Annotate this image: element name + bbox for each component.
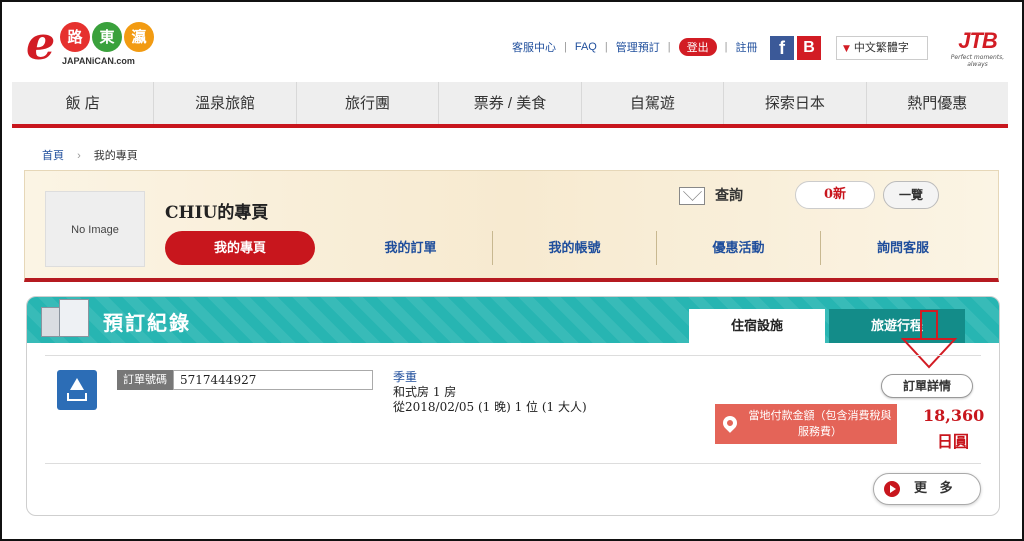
nav-self-drive[interactable]: 自駕遊 bbox=[582, 82, 725, 124]
booking-records-panel: 預訂紀錄 住宿設施 旅遊行程 訂單號碼 5717444927 季重 和式房 1 … bbox=[26, 296, 1000, 516]
logo-subtitle: JAPANiCAN.com bbox=[62, 56, 135, 66]
payment-amount: 18,360 bbox=[923, 406, 985, 425]
down-arrow-icon bbox=[900, 310, 958, 369]
stay-dates: 從2018/02/05 (1 晚) 1 位 (1 大人) bbox=[393, 400, 587, 414]
new-messages-button[interactable]: 0新 bbox=[795, 181, 875, 209]
logo-char-2: 東 bbox=[92, 22, 122, 52]
top-links: 客服中心 | FAQ | 管理預訂 | 登出 | 註冊 bbox=[512, 38, 757, 56]
message-list-button[interactable]: 一覽 bbox=[883, 181, 939, 209]
separator: | bbox=[667, 41, 671, 53]
jtb-logo[interactable]: JTB Perfect moments, always bbox=[940, 28, 1015, 68]
nav-tour[interactable]: 旅行團 bbox=[297, 82, 440, 124]
facebook-icon[interactable]: f bbox=[770, 36, 794, 60]
payment-currency: 日圓 bbox=[937, 432, 970, 451]
language-label: 中文繁體字 bbox=[853, 41, 909, 54]
japanican-logo[interactable]: e 路 東 瀛 JAPANiCAN.com bbox=[26, 20, 166, 70]
my-page-panel: No Image CHIU的專頁 我的專頁 我的訂單 我的帳號 優惠活動 詢問客… bbox=[24, 170, 999, 282]
inquiry-box: 查詢 0新 一覽 bbox=[679, 181, 969, 221]
local-payment-label: 當地付款金額（包含消費稅與服務費） bbox=[715, 404, 897, 444]
my-page-tabs: 我的專頁 我的訂單 我的帳號 優惠活動 詢問客服 bbox=[165, 231, 985, 265]
logo-e-glyph: e bbox=[26, 16, 56, 70]
hotel-bell-icon bbox=[57, 370, 97, 410]
link-register[interactable]: 註冊 bbox=[735, 39, 757, 55]
order-detail-button[interactable]: 訂單詳情 bbox=[881, 374, 973, 398]
building-icon bbox=[37, 297, 93, 337]
separator: | bbox=[604, 41, 608, 53]
jtb-tagline: Perfect moments, always bbox=[950, 54, 1005, 68]
play-icon bbox=[884, 481, 900, 497]
local-payment-text: 當地付款金額（包含消費稅與服務費） bbox=[748, 409, 892, 438]
booking-header: 預訂紀錄 住宿設施 旅遊行程 bbox=[27, 297, 999, 369]
link-manage-booking[interactable]: 管理預訂 bbox=[616, 39, 660, 55]
divider bbox=[45, 463, 981, 464]
nav-tickets[interactable]: 票券 / 美食 bbox=[439, 82, 582, 124]
more-button-label: 更 多 bbox=[914, 481, 957, 496]
language-select[interactable]: ▼ 中文繁體字 bbox=[836, 36, 928, 60]
booking-title: 預訂紀錄 bbox=[103, 311, 191, 335]
breadcrumb-chevron-icon: › bbox=[77, 150, 81, 162]
location-pin-icon bbox=[720, 413, 740, 433]
separator: | bbox=[724, 41, 728, 53]
blog-icon[interactable]: B bbox=[797, 36, 821, 60]
mail-icon bbox=[679, 187, 705, 205]
jtb-mark: JTB bbox=[958, 28, 998, 53]
nav-hotel[interactable]: 飯 店 bbox=[12, 82, 155, 124]
tab-promotions[interactable]: 優惠活動 bbox=[657, 231, 821, 265]
order-number-field: 5717444927 bbox=[173, 370, 373, 390]
tab-contact-support[interactable]: 詢問客服 bbox=[821, 231, 985, 265]
booking-row: 訂單號碼 5717444927 季重 和式房 1 房 從2018/02/05 (… bbox=[45, 355, 984, 451]
link-customer-service[interactable]: 客服中心 bbox=[512, 39, 556, 55]
logout-button[interactable]: 登出 bbox=[678, 38, 717, 56]
nav-explore[interactable]: 探索日本 bbox=[724, 82, 867, 124]
more-button[interactable]: 更 多 bbox=[873, 473, 981, 505]
inquiry-label: 查詢 bbox=[715, 188, 743, 204]
separator: | bbox=[564, 41, 567, 53]
nav-onsen[interactable]: 溫泉旅館 bbox=[154, 82, 297, 124]
page-title: CHIU的專頁 bbox=[165, 203, 269, 223]
logo-char-3: 瀛 bbox=[124, 22, 154, 52]
breadcrumb-home[interactable]: 首頁 bbox=[42, 150, 64, 162]
tab-my-page[interactable]: 我的專頁 bbox=[165, 231, 315, 265]
order-number-label: 訂單號碼 bbox=[117, 370, 173, 390]
breadcrumb: 首頁 › 我的專頁 bbox=[42, 147, 138, 163]
breadcrumb-current: 我的專頁 bbox=[93, 150, 138, 162]
logo-char-1: 路 bbox=[60, 22, 90, 52]
tab-my-orders[interactable]: 我的訂單 bbox=[329, 231, 493, 265]
link-faq[interactable]: FAQ bbox=[575, 41, 597, 53]
tab-lodging[interactable]: 住宿設施 bbox=[689, 309, 825, 343]
tab-my-account[interactable]: 我的帳號 bbox=[493, 231, 657, 265]
main-nav: 飯 店 溫泉旅館 旅行團 票券 / 美食 自駕遊 探索日本 熱門優惠 bbox=[12, 82, 1008, 128]
avatar-placeholder: No Image bbox=[45, 191, 145, 267]
nav-deals[interactable]: 熱門優惠 bbox=[867, 82, 1008, 124]
dropdown-triangle-icon: ▼ bbox=[843, 44, 850, 54]
